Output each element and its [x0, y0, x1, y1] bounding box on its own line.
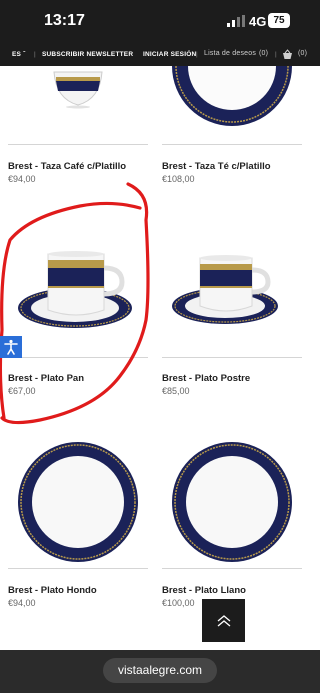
newsletter-link[interactable]: SUBSCRIBIR NEWSLETTER — [42, 51, 133, 58]
product-image[interactable] — [170, 440, 294, 564]
accessibility-icon — [4, 339, 18, 355]
scroll-to-top-button[interactable] — [202, 599, 245, 642]
product-price: €67,00 — [8, 386, 36, 396]
divider: | — [196, 51, 198, 58]
divider — [8, 144, 148, 145]
divider — [162, 144, 302, 145]
login-link[interactable]: INICIAR SESIÓN — [143, 51, 196, 58]
product-card[interactable]: Brest - Plato Pan €67,00 — [8, 200, 148, 400]
network-type: 4G — [249, 14, 267, 29]
cart-count: (0) — [298, 50, 308, 57]
product-name[interactable]: Brest - Taza Café c/Platillo — [8, 161, 126, 172]
divider: | — [275, 51, 277, 58]
divider — [8, 357, 148, 358]
product-price: €85,00 — [162, 386, 190, 396]
product-image[interactable] — [168, 66, 296, 138]
product-name[interactable]: Brest - Plato Pan — [8, 373, 84, 384]
accessibility-button[interactable] — [0, 336, 22, 358]
product-image[interactable] — [170, 250, 290, 330]
product-name[interactable]: Brest - Plato Postre — [162, 373, 250, 384]
divider: | — [34, 51, 36, 58]
divider — [162, 357, 302, 358]
product-name[interactable]: Brest - Plato Hondo — [8, 585, 97, 596]
product-card[interactable]: Brest - Plato Hondo €94,00 — [8, 430, 148, 610]
divider — [8, 568, 148, 569]
product-card[interactable]: Brest - Plato Postre €85,00 — [162, 200, 302, 400]
product-price: €108,00 — [162, 174, 195, 184]
product-name[interactable]: Brest - Taza Té c/Platillo — [162, 161, 271, 172]
divider — [162, 568, 302, 569]
signal-icon — [227, 15, 245, 27]
product-image[interactable] — [52, 69, 104, 109]
double-chevron-up-icon — [217, 614, 230, 626]
product-price: €100,00 — [162, 598, 195, 608]
product-card[interactable]: Brest - Plato Llano €100,00 — [162, 430, 302, 610]
product-price: €94,00 — [8, 174, 36, 184]
chevron-down-icon: ˇ — [23, 51, 26, 58]
wishlist-link[interactable]: Lista de deseos — [204, 50, 256, 57]
product-image[interactable] — [18, 250, 138, 334]
language-selector[interactable]: ES ˇ — [12, 51, 25, 58]
status-bar: 13:17 4G 75 — [0, 0, 320, 44]
product-card[interactable]: Brest - Taza Té c/Platillo €108,00 — [162, 66, 302, 186]
product-price: €94,00 — [8, 598, 36, 608]
product-card[interactable]: Brest - Taza Café c/Platillo €94,00 — [8, 66, 148, 186]
battery-icon: 75 — [268, 13, 290, 28]
basket-icon[interactable] — [282, 49, 293, 60]
wishlist-count: (0) — [259, 50, 269, 57]
site-top-bar: ES ˇ | SUBSCRIBIR NEWSLETTER INICIAR SES… — [0, 44, 320, 66]
product-name[interactable]: Brest - Plato Llano — [162, 585, 246, 596]
product-image[interactable] — [16, 440, 140, 564]
status-time: 13:17 — [44, 12, 85, 29]
url-bar[interactable]: vistaalegre.com — [103, 658, 217, 683]
